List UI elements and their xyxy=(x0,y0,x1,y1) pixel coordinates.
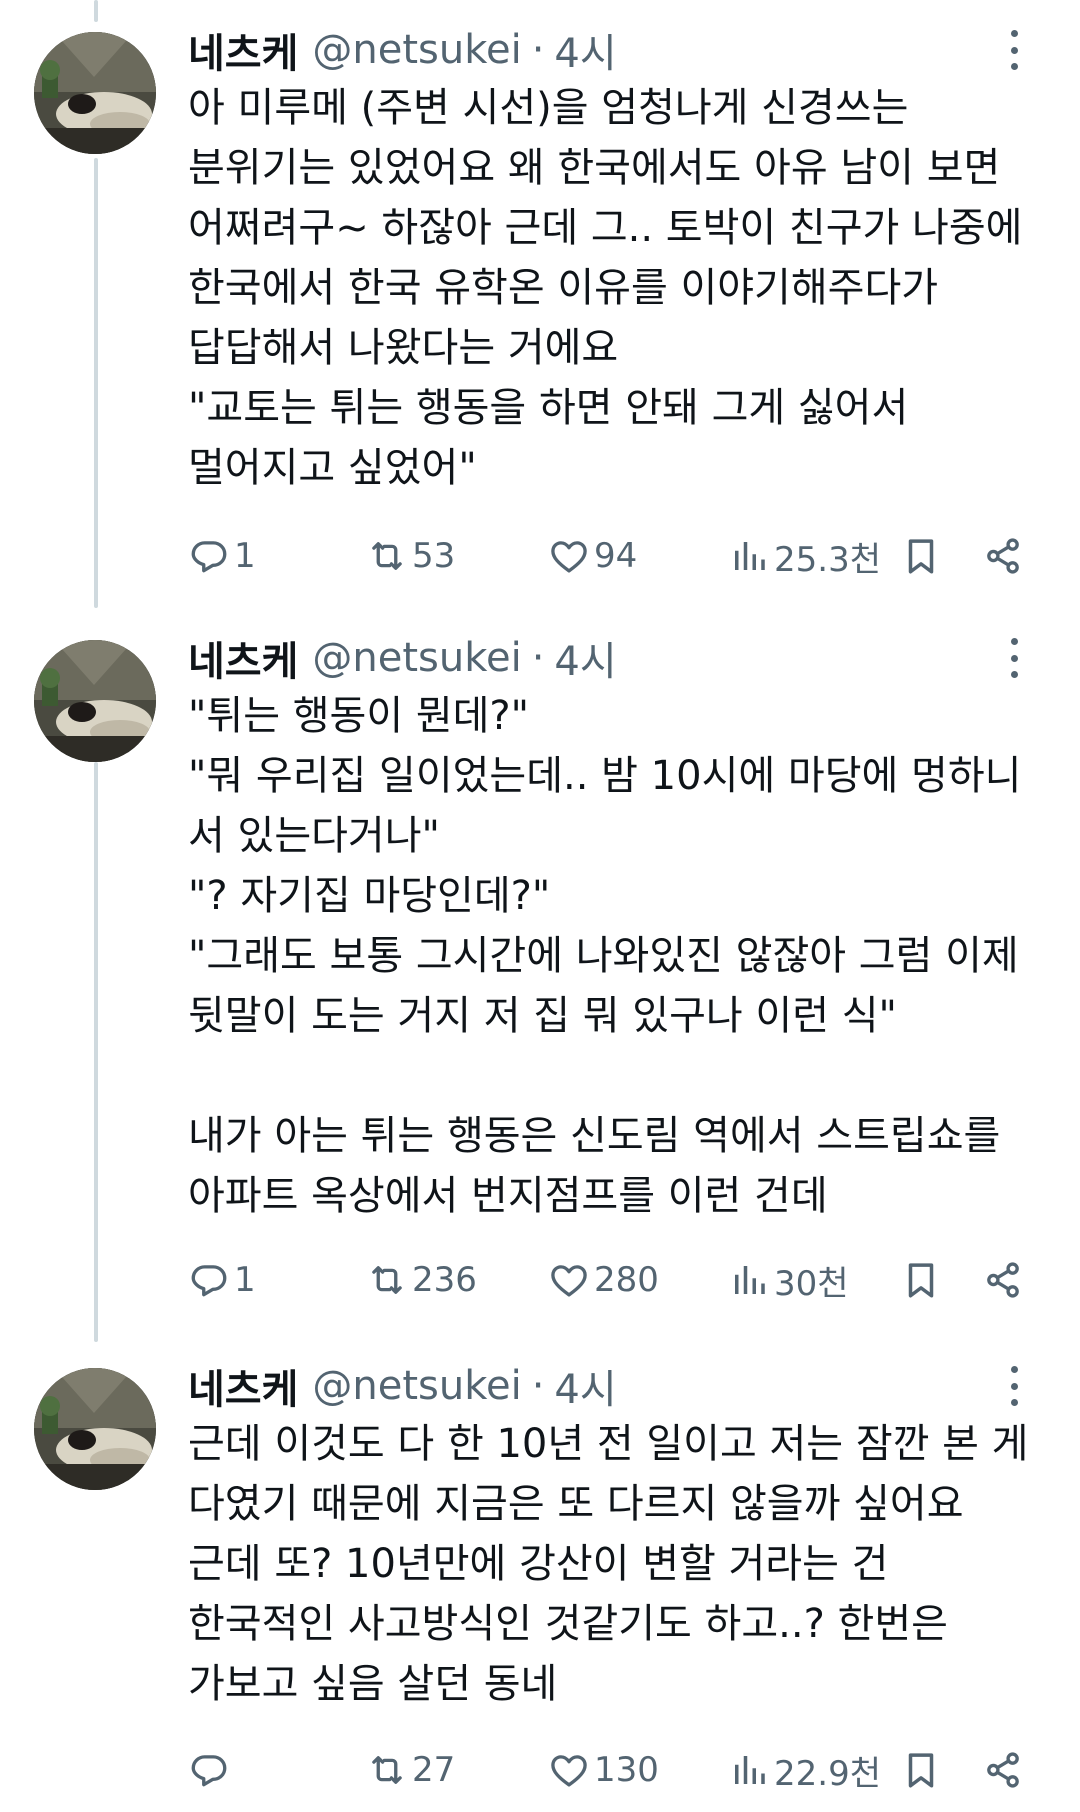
views-icon xyxy=(728,1259,770,1301)
timestamp[interactable]: 4시 xyxy=(554,21,616,79)
like-count: 130 xyxy=(594,1750,659,1790)
views-count: 25.3천 xyxy=(774,539,881,580)
tweet-text-line: 뒷말이 도는 거지 저 집 뭐 있구나 이런 식" xyxy=(188,993,897,1039)
tweet-text: 아 미루메 (주변 시선)을 엄청나게 신경쓰는 분위기는 있었어요 왜 한국에… xyxy=(188,78,1048,498)
separator-dot: · xyxy=(531,1363,545,1409)
views-icon xyxy=(728,1749,770,1791)
reply-count: 1 xyxy=(234,536,256,576)
bookmark-button[interactable] xyxy=(900,528,942,584)
tweet-header: 네츠케 @netsukei · 4시 xyxy=(188,22,617,78)
reply-icon xyxy=(188,1749,230,1791)
tweet-actions: 27 130 22.9천 xyxy=(188,1742,1038,1798)
reply-button[interactable] xyxy=(188,1742,234,1798)
reply-button[interactable]: 1 xyxy=(188,1252,256,1308)
display-name[interactable]: 네츠케 xyxy=(188,21,298,79)
share-button[interactable] xyxy=(982,1252,1024,1308)
views-button[interactable]: 22.9천 xyxy=(728,1742,881,1798)
views-button[interactable]: 25.3천 xyxy=(728,528,881,584)
views-count: 30천 xyxy=(774,1263,849,1304)
retweet-button[interactable]: 236 xyxy=(366,1252,477,1308)
bookmark-icon xyxy=(900,1749,942,1791)
like-button[interactable]: 130 xyxy=(548,1742,659,1798)
share-icon xyxy=(982,535,1024,577)
reply-count: 1 xyxy=(234,1260,256,1300)
heart-icon xyxy=(548,1259,590,1301)
bookmark-button[interactable] xyxy=(900,1252,942,1308)
tweet-text-line: 다였기 때문에 지금은 또 다르지 않을까 싶어요 xyxy=(188,1481,964,1527)
retweet-count: 53 xyxy=(412,536,456,576)
retweet-count: 236 xyxy=(412,1260,477,1300)
user-handle[interactable]: @netsukei xyxy=(312,635,521,681)
tweet-text-line: 아파트 옥상에서 번지점프를 이런 건데 xyxy=(188,1173,828,1219)
tweet-text-line: 답답해서 나왔다는 거에요 xyxy=(188,325,619,371)
reply-button[interactable]: 1 xyxy=(188,528,256,584)
user-handle[interactable]: @netsukei xyxy=(312,27,521,73)
tweet-text-line: 가보고 싶음 살던 동네 xyxy=(188,1661,558,1707)
tweet-text-line: "? 자기집 마당인데?" xyxy=(188,873,551,919)
bookmark-icon xyxy=(900,535,942,577)
separator-dot: · xyxy=(531,635,545,681)
tweet-text-line: "뭐 우리집 일이었는데.. 밤 10시에 마당에 멍하니 xyxy=(188,753,1022,799)
share-button[interactable] xyxy=(982,528,1024,584)
tweet-text-line: 한국적인 사고방식인 것같기도 하고..? 한번은 xyxy=(188,1601,948,1647)
tweet[interactable]: 네츠케 @netsukei · 4시 아 미루메 (주변 시선)을 엄청나게 신… xyxy=(0,22,1080,602)
tweet-text-line: 내가 아는 튀는 행동은 신도림 역에서 스트립쇼를 xyxy=(188,1113,1001,1159)
tweet-actions: 1 236 280 30천 xyxy=(188,1252,1038,1308)
bookmark-icon xyxy=(900,1259,942,1301)
views-button[interactable]: 30천 xyxy=(728,1252,849,1308)
tweet-text: "튀는 행동이 뭔데?" "뭐 우리집 일이었는데.. 밤 10시에 마당에 멍… xyxy=(188,686,1048,1226)
bookmark-button[interactable] xyxy=(900,1742,942,1798)
like-count: 94 xyxy=(594,536,638,576)
tweet-text-line: "교토는 튀는 행동을 하면 안돼 그게 싫어서 xyxy=(188,385,909,431)
share-icon xyxy=(982,1749,1024,1791)
retweet-button[interactable]: 53 xyxy=(366,528,455,584)
retweet-icon xyxy=(366,1259,408,1301)
display-name[interactable]: 네츠케 xyxy=(188,629,298,687)
avatar[interactable] xyxy=(34,640,156,762)
tweet[interactable]: 네츠케 @netsukei · 4시 "튀는 행동이 뭔데?" "뭐 우리집 일… xyxy=(0,630,1080,1330)
retweet-count: 27 xyxy=(412,1750,456,1790)
retweet-icon xyxy=(366,535,408,577)
user-handle[interactable]: @netsukei xyxy=(312,1363,521,1409)
share-icon xyxy=(982,1259,1024,1301)
share-button[interactable] xyxy=(982,1742,1024,1798)
reply-icon xyxy=(188,1259,230,1301)
tweet-text-line: 멀어지고 싶었어" xyxy=(188,445,477,491)
separator-dot: · xyxy=(531,27,545,73)
more-options-icon[interactable] xyxy=(996,638,1032,678)
tweet-text-line: 근데 이것도 다 한 10년 전 일이고 저는 잠깐 본 게 xyxy=(188,1421,1029,1467)
tweet-text-line xyxy=(188,1046,1048,1106)
avatar[interactable] xyxy=(34,32,156,154)
tweet[interactable]: 네츠케 @netsukei · 4시 근데 이것도 다 한 10년 전 일이고 … xyxy=(0,1358,1080,1812)
views-icon xyxy=(728,535,770,577)
like-count: 280 xyxy=(594,1260,659,1300)
tweet-text-line: "그래도 보통 그시간에 나와있진 않잖아 그럼 이제 xyxy=(188,933,1019,979)
reply-icon xyxy=(188,535,230,577)
tweet-text-line: "튀는 행동이 뭔데?" xyxy=(188,693,530,739)
display-name[interactable]: 네츠케 xyxy=(188,1357,298,1415)
heart-icon xyxy=(548,535,590,577)
like-button[interactable]: 94 xyxy=(548,528,637,584)
tweet-text: 근데 이것도 다 한 10년 전 일이고 저는 잠깐 본 게 다였기 때문에 지… xyxy=(188,1414,1048,1714)
heart-icon xyxy=(548,1749,590,1791)
thread-connector-line xyxy=(94,0,98,22)
more-options-icon[interactable] xyxy=(996,1366,1032,1406)
tweet-header: 네츠케 @netsukei · 4시 xyxy=(188,1358,617,1414)
tweet-actions: 1 53 94 25.3천 xyxy=(188,528,1038,584)
avatar[interactable] xyxy=(34,1368,156,1490)
retweet-icon xyxy=(366,1749,408,1791)
more-options-icon[interactable] xyxy=(996,30,1032,70)
timestamp[interactable]: 4시 xyxy=(554,629,616,687)
tweet-text-line: 어쩌려구~ 하잖아 근데 그.. 토박이 친구가 나중에 xyxy=(188,205,1023,251)
tweet-text-line: 아 미루메 (주변 시선)을 엄청나게 신경쓰는 xyxy=(188,85,909,131)
tweet-header: 네츠케 @netsukei · 4시 xyxy=(188,630,617,686)
like-button[interactable]: 280 xyxy=(548,1252,659,1308)
timestamp[interactable]: 4시 xyxy=(554,1357,616,1415)
tweet-text-line: 서 있는다거나" xyxy=(188,813,440,859)
tweet-text-line: 분위기는 있었어요 왜 한국에서도 아유 남이 보면 xyxy=(188,145,1001,191)
views-count: 22.9천 xyxy=(774,1753,881,1794)
tweet-text-line: 근데 또? 10년만에 강산이 변할 거라는 건 xyxy=(188,1541,889,1587)
retweet-button[interactable]: 27 xyxy=(366,1742,455,1798)
tweet-text-line: 한국에서 한국 유학온 이유를 이야기해주다가 xyxy=(188,265,939,311)
